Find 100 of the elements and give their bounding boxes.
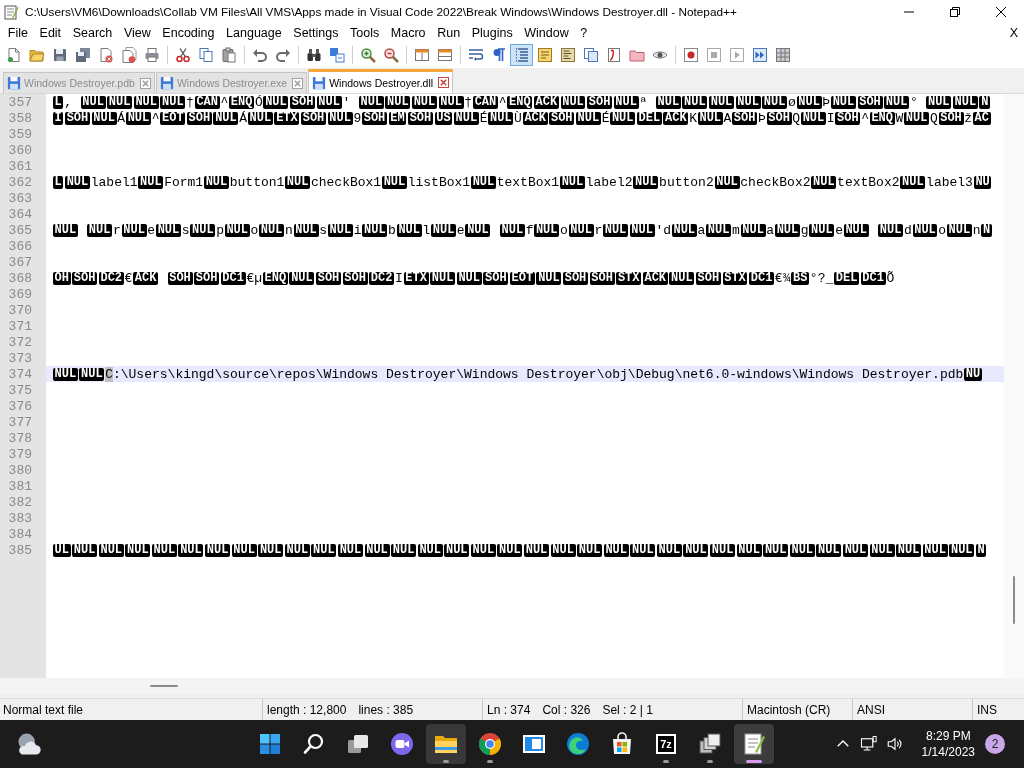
control-char: DEL: [636, 111, 662, 125]
code-text: g: [800, 222, 809, 238]
grid-icon: [774, 47, 791, 63]
horizontal-scrollbar[interactable]: [0, 678, 1024, 694]
control-char: N: [975, 543, 987, 557]
close-document-button[interactable]: X: [1009, 25, 1018, 40]
line-number: 365: [8, 222, 32, 238]
menu-item[interactable]: Plugins: [465, 25, 519, 40]
menu-item[interactable]: File: [2, 25, 34, 40]
control-char: NUL: [949, 543, 975, 557]
stacked-windows-icon: [698, 732, 722, 756]
clock-date[interactable]: 1/14/2023: [921, 744, 975, 760]
menu-item[interactable]: Window: [518, 25, 575, 40]
line-number: 362: [8, 174, 32, 190]
control-char: NUL: [364, 543, 390, 557]
line-number: 382: [8, 494, 32, 510]
taskbar-app-button[interactable]: [734, 724, 774, 764]
control-char: DC1: [749, 271, 775, 285]
control-char: NUL: [613, 95, 639, 109]
status-field: INS: [977, 702, 997, 717]
menu-item[interactable]: Language: [220, 25, 288, 40]
code-text: label1: [90, 174, 138, 190]
code-text: r: [594, 222, 603, 238]
control-char: ACK: [663, 111, 689, 125]
menu-item[interactable]: Tools: [344, 25, 386, 40]
control-char: NUL: [710, 543, 736, 557]
line-number: 370: [8, 302, 32, 318]
code-text: °: [909, 94, 919, 110]
control-char: NUL: [603, 223, 628, 237]
control-char: NUL: [311, 543, 337, 557]
code-text: É: [601, 110, 610, 126]
window-title: C:\Users\VM6\Downloads\Collab VM Files\All VMS\Apps made in Visual Code 2022\Break Windows\Windows Destroyer.dll - Notepad++: [25, 4, 737, 19]
close-icon[interactable]: [438, 77, 450, 88]
control-char: NUL: [946, 223, 972, 237]
menu-item[interactable]: Run: [431, 25, 466, 40]
control-char: NUL: [178, 543, 204, 557]
taskbar-app-button[interactable]: [426, 724, 466, 764]
menu-item[interactable]: View: [118, 25, 157, 40]
line-number: 357: [8, 94, 32, 110]
notification-badge[interactable]: 2: [985, 734, 1005, 754]
control-char: NUL: [610, 111, 636, 125]
copy-icon: [197, 47, 214, 63]
control-char: NUL: [247, 111, 273, 125]
code-text: Á: [117, 110, 126, 126]
menu-item[interactable]: Edit: [33, 25, 67, 40]
line-number: 369: [8, 286, 32, 302]
control-char: NUL: [499, 223, 525, 237]
swirl-icon: [566, 732, 590, 756]
close-icon[interactable]: [292, 77, 304, 89]
control-char: NUL: [87, 223, 113, 237]
status-field: Ln : 374: [487, 702, 531, 717]
menu-item[interactable]: Search: [66, 25, 119, 40]
menu-item[interactable]: Encoding: [156, 25, 221, 40]
split-window-icon: [436, 47, 453, 63]
control-char: NUL: [52, 223, 78, 237]
control-char: NUL: [138, 175, 164, 189]
fast-forward-icon: [751, 47, 768, 63]
scrollbar-thumb[interactable]: [150, 685, 178, 687]
record-icon: [682, 47, 699, 63]
control-char: NUL: [789, 543, 815, 557]
shopping-bag-icon: [610, 732, 634, 756]
zoom-in-icon: [359, 47, 376, 63]
menu-item[interactable]: Macro: [385, 25, 432, 40]
control-char: NUL: [706, 223, 732, 237]
control-char: NUL: [337, 543, 363, 557]
control-char: NUL: [293, 223, 319, 237]
control-char: ENQ: [869, 111, 895, 125]
close-icon[interactable]: [139, 77, 151, 89]
code-text: a: [697, 222, 706, 238]
scrollbar-thumb[interactable]: [1013, 576, 1015, 624]
taskbar-app-button[interactable]: 7z: [646, 724, 686, 764]
page-lines-icon: [559, 47, 576, 63]
control-char: NUL: [697, 111, 723, 125]
control-char: NUL: [224, 223, 250, 237]
control-char: NUL: [896, 543, 922, 557]
control-char: SOH: [766, 111, 792, 125]
control-char: NUL: [107, 95, 133, 109]
search-icon: [302, 732, 326, 756]
control-char: NUL: [922, 543, 948, 557]
line-number: 377: [8, 414, 32, 430]
control-char: NUL: [64, 175, 90, 189]
menu-item[interactable]: Settings: [287, 25, 345, 40]
code-text: K: [689, 110, 697, 126]
line-number: 380: [8, 462, 32, 478]
document-tab[interactable]: Windows Destroyer.dll: [308, 69, 454, 93]
network-icon[interactable]: [859, 735, 878, 753]
control-char: SOH: [587, 95, 613, 109]
line-number: 374: [8, 366, 32, 382]
code-text: €: [124, 270, 133, 286]
status-field: ANSI: [857, 702, 885, 717]
control-char: NUL: [263, 95, 289, 109]
menu-item[interactable]: ?: [574, 25, 594, 40]
code-text: checkBox2: [740, 174, 811, 190]
control-char: NUL: [203, 175, 229, 189]
speaker-icon[interactable]: [885, 735, 904, 753]
vertical-scrollbar[interactable]: [1004, 94, 1024, 678]
clock-time[interactable]: 8:29 PM: [921, 728, 975, 744]
control-char: DEL: [834, 271, 860, 285]
control-char: NUL: [453, 111, 479, 125]
control-char: NUL: [438, 95, 464, 109]
